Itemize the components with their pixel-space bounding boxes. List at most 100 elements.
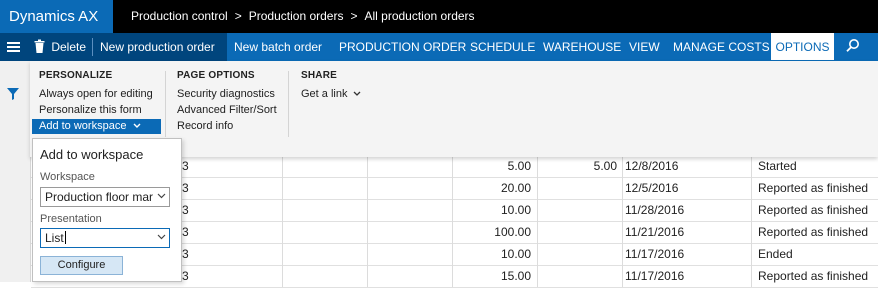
breadcrumb-item[interactable]: Production control bbox=[131, 9, 228, 23]
personalize-group-title: PERSONALIZE bbox=[39, 70, 113, 81]
delete-button[interactable]: Delete bbox=[34, 33, 86, 61]
breadcrumb-separator: > bbox=[350, 9, 358, 23]
started-quantity-cell bbox=[538, 199, 617, 221]
tab-manage-costs[interactable]: MANAGE COSTS bbox=[673, 33, 770, 61]
date-cell: 12/5/2016 bbox=[625, 181, 679, 195]
presentation-select[interactable]: List bbox=[40, 228, 170, 248]
column-divider bbox=[367, 265, 368, 287]
action-divider bbox=[92, 38, 93, 56]
column-divider bbox=[751, 243, 752, 265]
column-divider bbox=[367, 243, 368, 265]
started-quantity-cell bbox=[538, 243, 617, 265]
tab-options[interactable]: OPTIONS bbox=[771, 33, 834, 61]
status-cell: Reported as finished bbox=[758, 181, 869, 195]
column-divider bbox=[622, 199, 623, 221]
column-divider bbox=[367, 177, 368, 199]
breadcrumb-item: All production orders bbox=[364, 9, 475, 23]
workspace-value: Production floor mar bbox=[45, 190, 154, 204]
order-cell: 3 bbox=[182, 225, 189, 239]
add-to-workspace-label: Add to workspace bbox=[39, 120, 127, 132]
action-bar: Delete New production order New batch or… bbox=[0, 33, 878, 61]
column-divider bbox=[622, 265, 623, 287]
order-cell: 3 bbox=[182, 159, 189, 173]
column-divider bbox=[282, 177, 283, 199]
search-icon[interactable] bbox=[836, 33, 878, 61]
tab-warehouse[interactable]: WAREHOUSE bbox=[543, 33, 621, 61]
breadcrumb-separator: > bbox=[234, 9, 242, 23]
workspace-select[interactable]: Production floor mar bbox=[40, 187, 170, 207]
date-cell: 11/21/2016 bbox=[625, 225, 685, 239]
filter-icon[interactable] bbox=[7, 88, 19, 103]
new-production-order-button[interactable]: New production order bbox=[100, 33, 215, 61]
column-divider bbox=[622, 221, 623, 243]
column-divider bbox=[751, 265, 752, 287]
breadcrumb: Production control > Production orders > All… bbox=[131, 0, 475, 33]
quantity-cell: 10.00 bbox=[500, 203, 531, 217]
configure-button[interactable]: Configure bbox=[40, 256, 123, 275]
get-a-link-label: Get a link bbox=[301, 88, 348, 100]
started-quantity-cell bbox=[538, 177, 617, 199]
record-info-item[interactable]: Record info bbox=[177, 120, 233, 132]
trash-icon bbox=[34, 39, 45, 53]
always-open-for-editing-item[interactable]: Always open for editing bbox=[39, 88, 153, 100]
group-divider bbox=[288, 71, 289, 137]
chevron-down-icon bbox=[157, 234, 166, 240]
status-cell: Reported as finished bbox=[758, 269, 869, 283]
add-to-workspace-panel: Add to workspace Workspace Production fl… bbox=[32, 138, 182, 282]
column-divider bbox=[282, 243, 283, 265]
chevron-down-icon bbox=[133, 123, 140, 128]
quantity-cell: 20.00 bbox=[500, 181, 531, 195]
breadcrumb-item[interactable]: Production orders bbox=[249, 9, 344, 23]
status-cell: Started bbox=[758, 159, 797, 173]
chevron-down-icon bbox=[157, 193, 166, 199]
status-cell: Reported as finished bbox=[758, 225, 869, 239]
quantity-cell: 100.00 bbox=[494, 225, 531, 239]
order-cell: 3 bbox=[182, 269, 189, 283]
workspace-label: Workspace bbox=[40, 171, 95, 183]
status-cell: Reported as finished bbox=[758, 203, 869, 217]
column-divider bbox=[282, 199, 283, 221]
advanced-filter-sort-item[interactable]: Advanced Filter/Sort bbox=[177, 104, 277, 116]
tab-view[interactable]: VIEW bbox=[629, 33, 660, 61]
column-divider bbox=[282, 265, 283, 287]
quantity-cell: 10.00 bbox=[500, 247, 531, 261]
started-quantity-cell: 5.00 bbox=[593, 159, 617, 173]
order-cell: 3 bbox=[182, 247, 189, 261]
order-cell: 3 bbox=[182, 181, 189, 195]
date-cell: 11/28/2016 bbox=[625, 203, 685, 217]
get-a-link-item[interactable]: Get a link bbox=[301, 88, 361, 100]
date-cell: 11/17/2016 bbox=[625, 269, 685, 283]
hamburger-icon[interactable] bbox=[7, 33, 20, 61]
column-divider bbox=[622, 177, 623, 199]
group-divider bbox=[165, 71, 166, 137]
column-divider bbox=[751, 155, 752, 177]
security-diagnostics-item[interactable]: Security diagnostics bbox=[177, 88, 275, 100]
date-cell: 12/8/2016 bbox=[625, 159, 679, 173]
tab-production-order[interactable]: PRODUCTION ORDER bbox=[339, 33, 466, 61]
app-title[interactable]: Dynamics AX bbox=[0, 0, 113, 33]
new-batch-order-button[interactable]: New batch order bbox=[234, 33, 322, 61]
quantity-cell: 15.00 bbox=[500, 269, 531, 283]
column-divider bbox=[751, 221, 752, 243]
started-quantity-cell bbox=[538, 221, 617, 243]
column-divider bbox=[622, 243, 623, 265]
presentation-label: Presentation bbox=[40, 213, 102, 225]
filter-rail bbox=[0, 61, 31, 282]
column-divider bbox=[751, 177, 752, 199]
share-group-title: SHARE bbox=[301, 70, 338, 81]
top-bar: Dynamics AX Production control > Productio… bbox=[0, 0, 878, 33]
column-divider bbox=[367, 199, 368, 221]
tab-schedule[interactable]: SCHEDULE bbox=[470, 33, 535, 61]
started-quantity-cell bbox=[538, 265, 617, 287]
order-cell: 3 bbox=[182, 203, 189, 217]
column-divider bbox=[751, 199, 752, 221]
column-divider bbox=[282, 221, 283, 243]
add-to-workspace-item[interactable]: Add to workspace bbox=[32, 119, 161, 134]
status-cell: Ended bbox=[758, 247, 793, 261]
personalize-this-form-item[interactable]: Personalize this form bbox=[39, 104, 142, 116]
date-cell: 11/17/2016 bbox=[625, 247, 685, 261]
presentation-value: List bbox=[45, 231, 64, 245]
panel-title: Add to workspace bbox=[40, 147, 144, 162]
column-divider bbox=[622, 155, 623, 177]
chevron-down-icon bbox=[353, 91, 360, 96]
